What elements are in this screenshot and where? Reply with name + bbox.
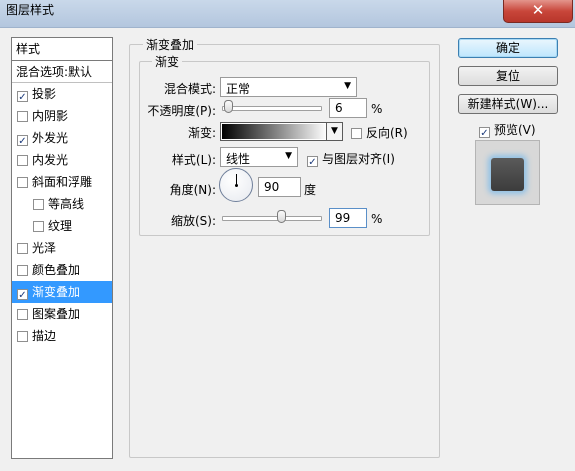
sidebar-item[interactable]: 图案叠加 xyxy=(12,303,112,325)
angle-dial-center xyxy=(235,184,238,187)
angle-unit: 度 xyxy=(304,183,317,197)
opacity-slider-track[interactable] xyxy=(222,106,322,111)
preview-swatch xyxy=(491,158,524,191)
new-style-button[interactable]: 新建样式(W)... xyxy=(458,94,558,114)
sidebar-item-checkbox[interactable] xyxy=(17,243,28,254)
chevron-down-icon: ▼ xyxy=(344,81,351,91)
style-label: 样式(L): xyxy=(171,153,216,167)
reverse-label: 反向(R) xyxy=(366,126,408,140)
sidebar-item-label: 斜面和浮雕 xyxy=(32,175,93,189)
sidebar-item-label: 图案叠加 xyxy=(32,307,81,321)
sidebar-item[interactable]: 等高线 xyxy=(12,193,112,215)
title-bar: 图层样式 ✕ xyxy=(0,0,575,28)
scale-unit: % xyxy=(371,212,383,226)
scale-slider-thumb[interactable] xyxy=(276,210,286,223)
style-value: 线性 xyxy=(226,152,251,166)
styles-header[interactable]: 样式 xyxy=(12,38,112,61)
align-with-layer-label: 与图层对齐(I) xyxy=(322,152,395,166)
sidebar-item-label: 描边 xyxy=(32,329,57,343)
blend-mode-label: 混合模式: xyxy=(163,82,216,96)
preview-checkbox[interactable]: ✓ 预览(V) xyxy=(479,121,536,139)
close-button[interactable]: ✕ xyxy=(503,0,573,23)
sidebar-item-label: 投影 xyxy=(32,87,57,101)
gradient-group-title: 渐变 xyxy=(152,53,183,70)
gradient-overlay-title: 渐变叠加 xyxy=(143,36,198,53)
style-preview xyxy=(475,140,540,205)
reverse-checkbox[interactable]: 反向(R) xyxy=(351,124,408,141)
sidebar-item-checkbox[interactable] xyxy=(33,199,44,210)
sidebar-item-label: 内发光 xyxy=(32,153,69,167)
sidebar-item[interactable]: 斜面和浮雕 xyxy=(12,171,112,193)
align-check-box[interactable]: ✓ xyxy=(307,156,318,168)
sidebar-item-label: 外发光 xyxy=(32,131,69,145)
sidebar-item[interactable]: 光泽 xyxy=(12,237,112,259)
style-select[interactable]: 线性 ▼ xyxy=(220,147,298,167)
sidebar-item-checkbox[interactable] xyxy=(33,221,44,232)
sidebar-item-checkbox[interactable]: ✓ xyxy=(17,135,28,147)
window-title: 图层样式 xyxy=(6,3,55,17)
reset-button[interactable]: 复位 xyxy=(458,66,558,86)
chevron-down-icon: ▼ xyxy=(285,151,292,161)
sidebar-item[interactable]: 内阴影 xyxy=(12,105,112,127)
sidebar-item-checkbox[interactable] xyxy=(17,177,28,188)
sidebar-item[interactable]: ✓ 投影 xyxy=(12,83,112,105)
style-items: ✓ 投影内阴影 ✓ 外发光内发光斜面和浮雕等高线纹理光泽颜色叠加 ✓ 渐变叠加图案叠加描边 xyxy=(12,83,112,347)
angle-input[interactable]: 90 xyxy=(258,177,301,197)
align-with-layer-checkbox[interactable]: ✓ 与图层对齐(I) xyxy=(307,150,395,168)
sidebar-item[interactable]: 颜色叠加 xyxy=(12,259,112,281)
sidebar-item-label: 颜色叠加 xyxy=(32,263,81,277)
sidebar-item-checkbox[interactable] xyxy=(17,155,28,166)
sidebar-item[interactable]: ✓ 渐变叠加 xyxy=(12,281,112,303)
sidebar-item-checkbox[interactable] xyxy=(17,331,28,342)
sidebar-item-label: 内阴影 xyxy=(32,109,69,123)
opacity-input[interactable]: 6 xyxy=(329,98,367,118)
blend-mode-select[interactable]: 正常 ▼ xyxy=(220,77,357,97)
opacity-label: 不透明度(P): xyxy=(147,104,216,118)
sidebar-item[interactable]: 内发光 xyxy=(12,149,112,171)
sidebar-item-checkbox[interactable]: ✓ xyxy=(17,91,28,103)
sidebar-item-checkbox[interactable]: ✓ xyxy=(17,289,28,301)
sidebar-item[interactable]: 描边 xyxy=(12,325,112,347)
sidebar-item-label: 渐变叠加 xyxy=(32,285,81,299)
preview-label: 预览(V) xyxy=(494,123,536,137)
sidebar-item-checkbox[interactable] xyxy=(17,265,28,276)
scale-label: 缩放(S): xyxy=(170,214,216,228)
preview-check-box[interactable]: ✓ xyxy=(479,127,490,139)
scale-input[interactable]: 99 xyxy=(329,208,367,228)
scale-slider-track[interactable] xyxy=(222,216,322,221)
angle-label: 角度(N): xyxy=(169,183,216,197)
gradient-label: 渐变: xyxy=(187,126,216,140)
sidebar-item-checkbox[interactable] xyxy=(17,111,28,122)
ok-button[interactable]: 确定 xyxy=(458,38,558,58)
opacity-slider-thumb[interactable] xyxy=(223,100,233,113)
styles-list: 样式 混合选项:默认 ✓ 投影内阴影 ✓ 外发光内发光斜面和浮雕等高线纹理光泽颜色叠加… xyxy=(11,37,113,459)
opacity-unit: % xyxy=(371,102,383,116)
sidebar-item-label: 等高线 xyxy=(48,197,85,211)
reverse-check-box[interactable] xyxy=(351,128,362,139)
sidebar-item[interactable]: ✓ 外发光 xyxy=(12,127,112,149)
gradient-preview[interactable] xyxy=(222,124,327,139)
sidebar-item-checkbox[interactable] xyxy=(17,309,28,320)
sidebar-item-label: 纹理 xyxy=(48,219,73,233)
chevron-down-icon[interactable]: ▼ xyxy=(326,123,342,140)
sidebar-item-label: 光泽 xyxy=(32,241,57,255)
blend-options-item[interactable]: 混合选项:默认 xyxy=(12,62,112,83)
angle-dial[interactable] xyxy=(219,168,253,202)
sidebar-item[interactable]: 纹理 xyxy=(12,215,112,237)
gradient-picker[interactable]: ▼ xyxy=(220,122,343,141)
blend-mode-value: 正常 xyxy=(226,82,251,96)
